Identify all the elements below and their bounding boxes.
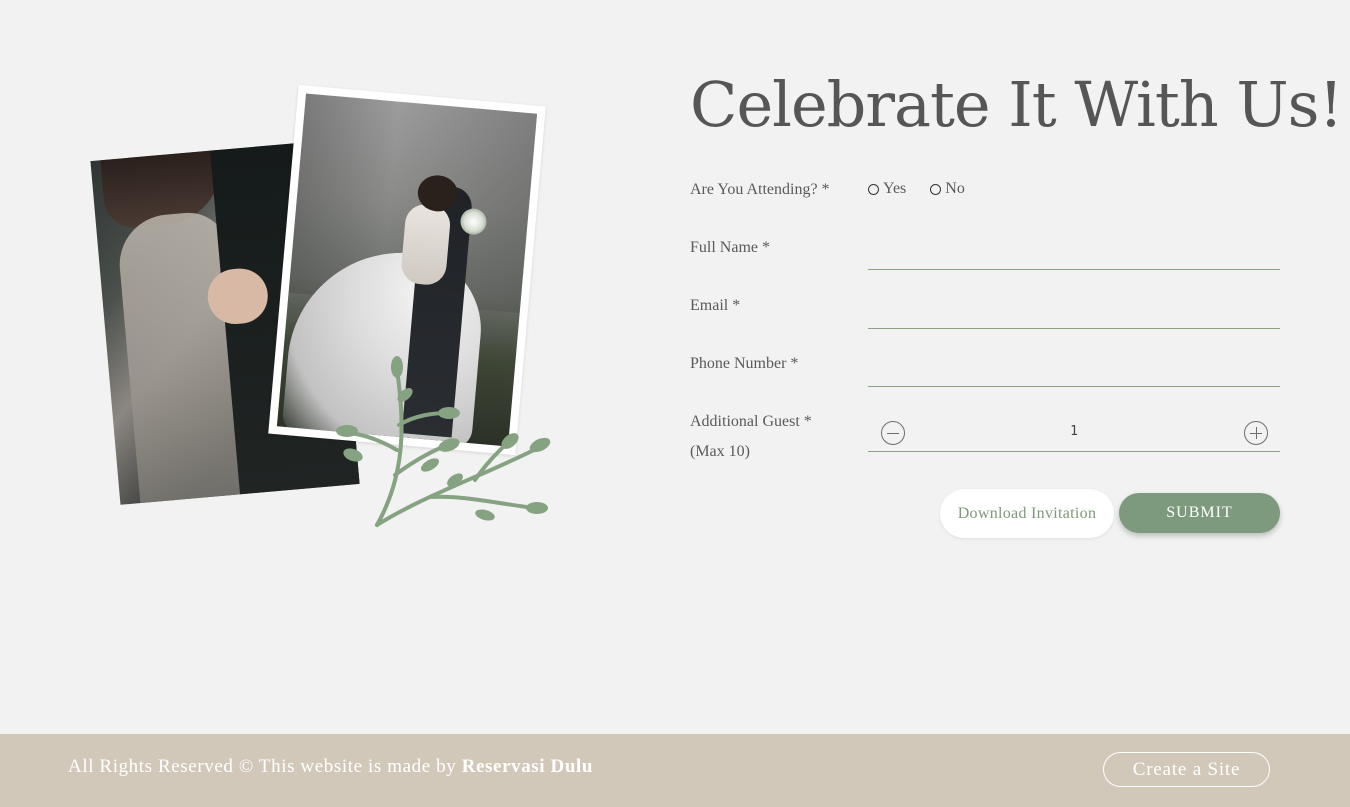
email-input[interactable]: [868, 301, 1284, 329]
radio-yes-icon[interactable]: [868, 183, 879, 195]
attending-no-label: No: [945, 180, 965, 197]
email-label: Email *: [690, 297, 741, 314]
submit-button[interactable]: SUBMIT: [1119, 493, 1280, 533]
footer-brand-link[interactable]: Reservasi Dulu: [462, 756, 593, 777]
guest-count-value[interactable]: 1: [1060, 424, 1088, 439]
guest-label: Additional Guest *: [690, 413, 812, 430]
full-name-input[interactable]: [868, 242, 1284, 270]
attending-label: Are You Attending? *: [690, 181, 830, 198]
guest-max-label: (Max 10): [690, 443, 750, 460]
phone-underline: [868, 386, 1280, 387]
radio-no-icon[interactable]: [930, 183, 942, 195]
footer: All Rights Reserved © This website is ma…: [0, 734, 1350, 807]
create-site-button[interactable]: Create a Site: [1103, 752, 1270, 787]
full-name-underline: [868, 269, 1280, 270]
page-title: Celebrate It With Us!: [690, 68, 1343, 141]
attending-radio-group: Yes No: [868, 180, 965, 198]
photo-collage: [0, 0, 650, 600]
decrement-icon[interactable]: [881, 421, 905, 445]
phone-label: Phone Number *: [690, 355, 799, 372]
footer-copyright: All Rights Reserved © This website is ma…: [68, 756, 593, 778]
full-name-label: Full Name *: [690, 239, 770, 256]
footer-text: All Rights Reserved © This website is ma…: [68, 756, 457, 777]
download-invitation-button[interactable]: Download Invitation: [940, 489, 1114, 538]
attending-no-option[interactable]: No: [930, 180, 965, 198]
email-underline: [868, 328, 1280, 329]
attending-yes-option[interactable]: Yes: [868, 180, 906, 198]
leaf-branch-icon: [336, 356, 551, 527]
phone-input[interactable]: [868, 359, 1284, 387]
increment-icon[interactable]: [1244, 421, 1268, 445]
guest-underline: [868, 451, 1280, 452]
attending-yes-label: Yes: [883, 180, 907, 197]
